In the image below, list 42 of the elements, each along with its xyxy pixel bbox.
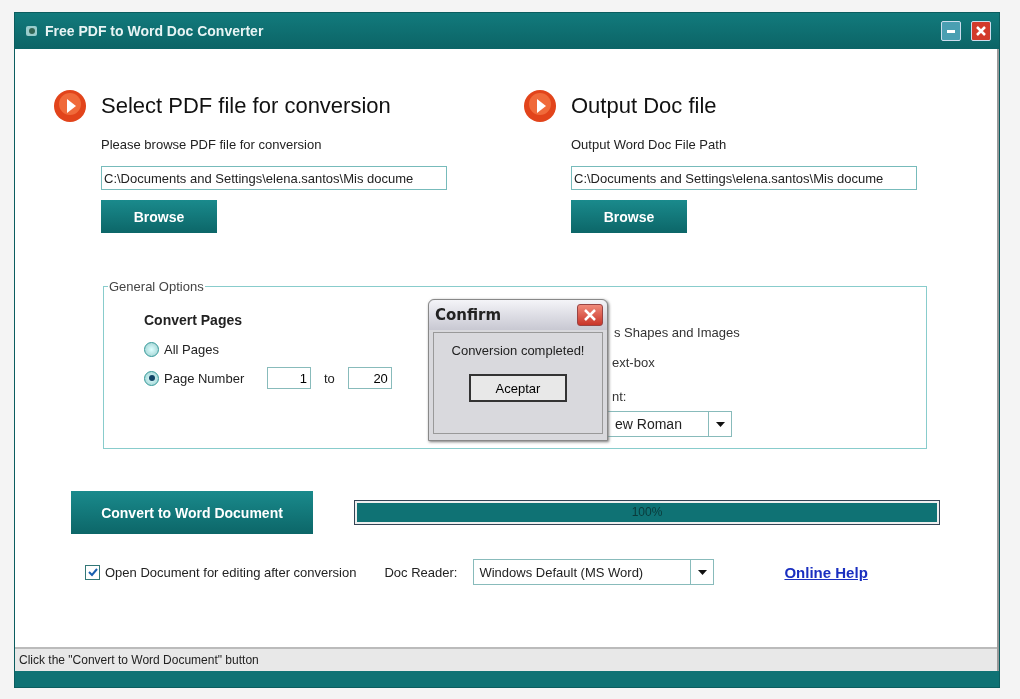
status-text: Click the "Convert to Word Document" button xyxy=(19,653,259,667)
play-icon xyxy=(523,89,557,123)
dialog-title: Confirm xyxy=(435,306,502,324)
page-from-field[interactable]: 1 xyxy=(267,367,311,389)
radio-label: Page Number xyxy=(164,370,246,386)
ok-button[interactable]: Aceptar xyxy=(469,374,567,402)
field-label: Output Word Doc File Path xyxy=(571,137,727,152)
group-legend: General Options xyxy=(108,279,205,294)
range-label: to xyxy=(324,370,335,386)
caret-icon xyxy=(715,421,725,427)
font-label: nt: xyxy=(612,389,627,405)
reader-dropdown[interactable]: Windows Default (MS Word) xyxy=(473,559,715,585)
minimize-icon xyxy=(947,29,955,33)
browse-button[interactable]: Browse xyxy=(571,200,687,233)
path-field[interactable]: C:\Documents and Settings\elena.santos\Mis docume xyxy=(101,166,447,190)
checkbox-label: Open Document for editing after conversion xyxy=(105,564,357,580)
checkbox[interactable] xyxy=(85,564,100,580)
field-label: Please browse PDF file for conversion xyxy=(101,137,322,152)
browse-button[interactable]: Browse xyxy=(101,200,217,233)
option-label: s Shapes and Images xyxy=(614,325,740,341)
dialog-message: Conversion completed! xyxy=(451,343,585,358)
convert-button[interactable]: Convert to Word Document xyxy=(71,491,313,534)
option-label: ext-box xyxy=(612,355,655,371)
radio-button[interactable] xyxy=(144,370,159,386)
reader-label: Doc Reader: xyxy=(384,564,458,580)
caret-icon xyxy=(697,569,707,575)
page-to-field[interactable]: 20 xyxy=(347,367,392,389)
radio-label: All Pages xyxy=(164,342,219,357)
progress-reading: 100% xyxy=(630,505,664,519)
section-heading: Select PDF file for conversion xyxy=(101,93,391,119)
window-title: Free PDF to Word Doc Converter xyxy=(45,23,265,39)
radio-button[interactable] xyxy=(144,342,159,357)
help-link[interactable]: Online Help xyxy=(784,563,868,581)
path-field[interactable]: C:\Documents and Settings\elena.santos\Mis docume xyxy=(571,166,917,190)
close-button[interactable] xyxy=(577,304,603,326)
close-icon xyxy=(584,309,596,321)
group-heading: Convert Pages xyxy=(144,312,243,328)
section-heading: Output Doc file xyxy=(571,93,717,119)
play-icon xyxy=(53,89,87,123)
close-icon xyxy=(976,26,986,36)
app-icon xyxy=(25,24,39,38)
minimize-button[interactable] xyxy=(941,21,961,41)
